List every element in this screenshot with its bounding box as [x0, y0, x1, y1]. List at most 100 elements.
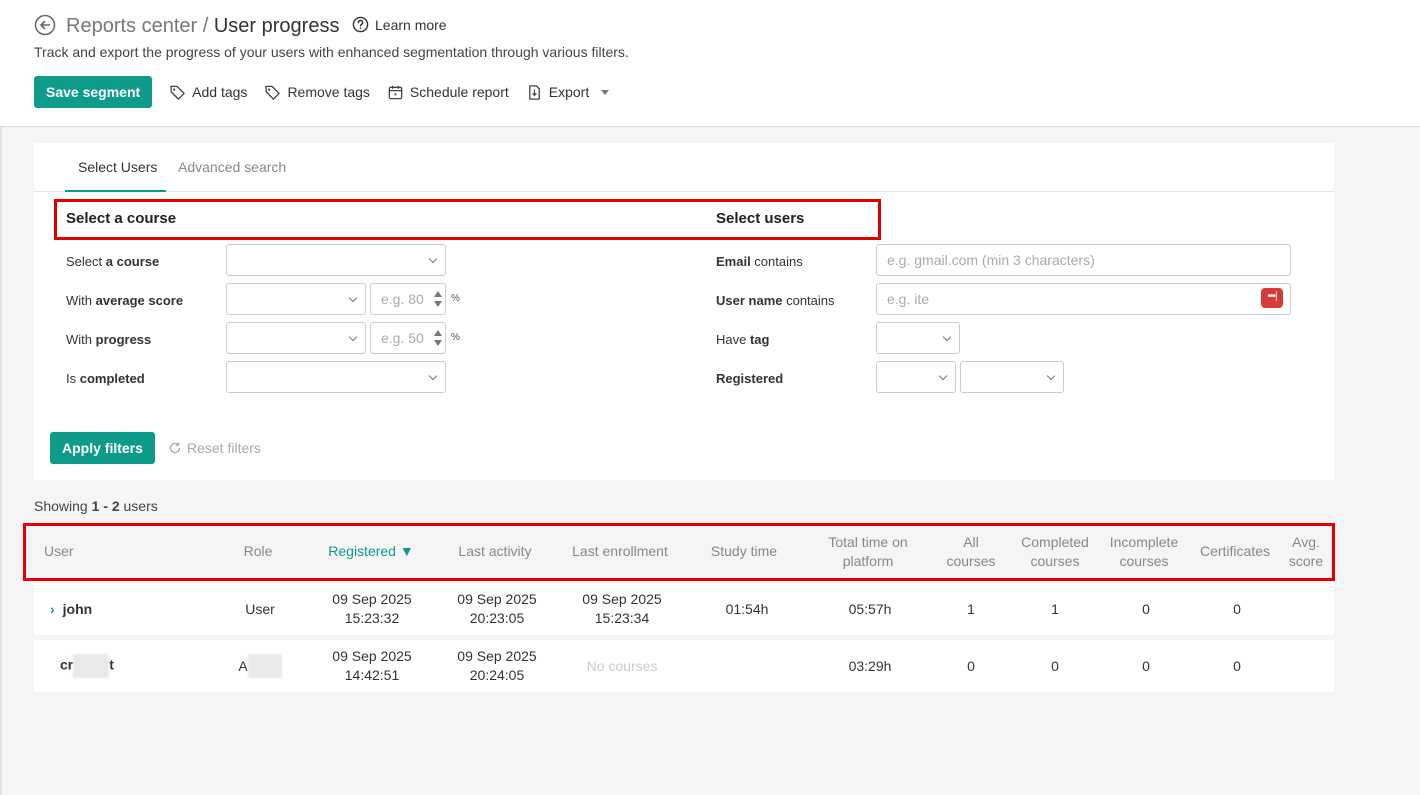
last-activity-cell: 09 Sep 2025 20:23:05 — [457, 591, 537, 626]
tag-icon — [170, 85, 185, 100]
apply-filters-button[interactable]: Apply filters — [50, 432, 155, 464]
page-title: Reports center / User progress — [66, 14, 339, 38]
column-header-avg-score[interactable]: Avg. score — [1278, 523, 1334, 580]
column-header-study-time[interactable]: Study time — [680, 523, 808, 580]
course-select[interactable] — [226, 244, 446, 276]
average-score-stepper — [370, 283, 446, 315]
column-header-completed-courses[interactable]: Completed courses — [1014, 523, 1096, 580]
percent-unit: % — [451, 332, 460, 343]
percent-unit: % — [451, 293, 460, 304]
username-label: User name contains — [716, 293, 835, 308]
role-cell: A — [204, 640, 316, 692]
filters-panel: Select Users Advanced search Select a co… — [34, 143, 1334, 480]
registered-label: Registered — [716, 371, 784, 386]
column-header-all-courses[interactable]: All courses — [928, 523, 1014, 580]
user-name[interactable]: john — [63, 600, 93, 619]
filter-tabs: Select Users Advanced search — [34, 143, 1334, 192]
completed-select[interactable] — [226, 361, 446, 393]
completed-courses-cell: 1 — [1051, 600, 1059, 617]
table-row[interactable]: › john User 09 Sep 2025 15:23:32 09 Sep … — [34, 583, 1334, 635]
column-header-last-enrollment[interactable]: Last enrollment — [560, 523, 680, 580]
completed-courses-cell: 0 — [1051, 657, 1059, 674]
breadcrumb-separator: / — [197, 15, 214, 37]
select-users-heading: Select users — [716, 210, 805, 227]
table-header: User Role Registered ▼ Last activity Las… — [34, 523, 1334, 580]
page-subtitle: Track and export the progress of your us… — [34, 44, 629, 60]
export-dropdown[interactable]: Export — [526, 84, 610, 101]
avg-score-cell — [1278, 583, 1334, 635]
tag-icon — [265, 85, 281, 100]
redacted-block — [247, 654, 282, 678]
study-time-cell: 01:54h — [725, 600, 769, 617]
reset-filters-label: Reset filters — [187, 440, 261, 456]
help-icon — [352, 16, 369, 33]
all-courses-cell: 1 — [967, 600, 975, 617]
add-tags-label: Add tags — [192, 84, 248, 100]
username-field: •••| — [876, 283, 1291, 315]
breadcrumb-reports-center[interactable]: Reports center — [66, 15, 197, 37]
user-cell: cr t — [60, 640, 204, 692]
username-input[interactable] — [876, 283, 1291, 315]
column-header-total-time[interactable]: Total time on platform — [808, 523, 928, 580]
breadcrumb-current: User progress — [213, 15, 340, 37]
completed-label: Is completed — [66, 371, 145, 386]
total-time-cell: 03:29h — [848, 657, 892, 674]
select-course-heading: Select a course — [66, 210, 177, 227]
last-activity-cell: 09 Sep 2025 20:24:05 — [457, 648, 537, 683]
user-cell: › john — [50, 583, 204, 635]
password-manager-icon[interactable]: •••| — [1261, 288, 1283, 308]
table-row[interactable]: cr t A 09 Sep 2025 14:42:51 09 Sep 2025 2… — [34, 640, 1334, 692]
all-courses-cell: 0 — [967, 657, 975, 674]
progress-operator-select[interactable] — [226, 322, 366, 354]
average-score-operator-select[interactable] — [226, 283, 366, 315]
certificates-cell: 0 — [1233, 600, 1241, 617]
last-enrollment-cell: No courses — [586, 657, 658, 674]
tag-select[interactable] — [876, 322, 960, 354]
certificates-cell: 0 — [1233, 657, 1241, 674]
chevron-down-icon — [601, 89, 610, 95]
spinner-arrows-icon[interactable] — [434, 289, 442, 309]
registered-operator-select[interactable] — [876, 361, 956, 393]
email-input[interactable] — [876, 244, 1291, 276]
progress-label: With progress — [66, 332, 152, 347]
add-tags-button[interactable]: Add tags — [169, 84, 247, 101]
learn-more-label: Learn more — [375, 16, 447, 33]
avg-score-cell — [1278, 640, 1334, 692]
user-name[interactable]: cr t — [60, 654, 114, 678]
incomplete-courses-cell: 0 — [1142, 657, 1150, 674]
email-label: Email contains — [716, 254, 803, 269]
toolbar: Save segment Add tags Remove tags Schedu… — [34, 76, 610, 108]
column-header-registered[interactable]: Registered ▼ — [312, 523, 430, 580]
average-score-label: With average score — [66, 293, 184, 308]
column-header-user[interactable]: User — [34, 523, 204, 580]
tab-select-users[interactable]: Select Users — [65, 159, 166, 192]
tab-advanced-search[interactable]: Advanced search — [178, 159, 286, 175]
file-export-icon — [528, 84, 540, 100]
page-header: Reports center / User progress Learn mor… — [0, 0, 1420, 127]
results-count: Showing 1 - 2 users — [34, 498, 158, 514]
spinner-arrows-icon[interactable] — [434, 328, 442, 348]
select-course-label: Select a course — [66, 254, 160, 269]
remove-tags-button[interactable]: Remove tags — [264, 84, 370, 101]
last-enrollment-cell: 09 Sep 2025 15:23:34 — [582, 591, 662, 626]
column-header-incomplete-courses[interactable]: Incomplete courses — [1096, 523, 1192, 580]
registered-cell: 09 Sep 2025 15:23:32 — [332, 591, 412, 626]
registered-cell: 09 Sep 2025 14:42:51 — [332, 648, 412, 683]
column-header-last-activity[interactable]: Last activity — [430, 523, 560, 580]
learn-more-link[interactable]: Learn more — [352, 16, 447, 33]
incomplete-courses-cell: 0 — [1142, 600, 1150, 617]
save-segment-button[interactable]: Save segment — [34, 76, 153, 108]
reset-filters-button[interactable]: Reset filters — [168, 440, 261, 456]
back-arrow-icon[interactable] — [34, 14, 56, 36]
registered-date-select[interactable] — [960, 361, 1064, 393]
column-header-role[interactable]: Role — [204, 523, 312, 580]
redacted-block — [73, 654, 110, 678]
column-header-certificates[interactable]: Certificates — [1192, 523, 1278, 580]
schedule-report-button[interactable]: Schedule report — [387, 84, 509, 101]
remove-tags-label: Remove tags — [287, 84, 370, 100]
page-edge — [0, 127, 2, 795]
role-cell: User — [245, 600, 275, 617]
total-time-cell: 05:57h — [848, 600, 892, 617]
chevron-right-icon[interactable]: › — [50, 600, 55, 619]
export-label: Export — [548, 84, 590, 100]
